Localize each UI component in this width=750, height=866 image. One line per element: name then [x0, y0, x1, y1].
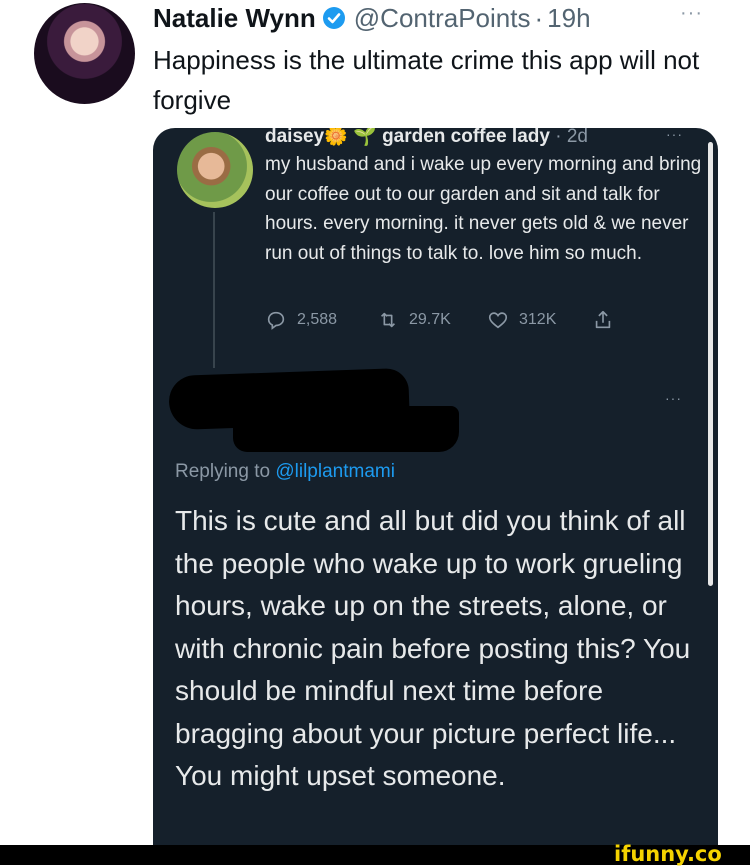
quoted-author-subtitle: garden coffee lady — [382, 128, 550, 147]
quoted-avatar — [177, 132, 253, 208]
quoted-author-name: daisey — [265, 128, 325, 147]
tweet-text: Happiness is the ultimate crime this app… — [153, 45, 700, 115]
replying-prefix: Replying to — [175, 461, 276, 482]
flower-icon: 🌼 — [324, 128, 348, 147]
verified-badge-icon — [322, 7, 345, 29]
more-options-icon[interactable]: ··· — [680, 2, 703, 25]
quoted-action-bar: 2,588 29.7K 312K — [265, 308, 624, 332]
heart-icon — [488, 312, 508, 329]
like-count: 312K — [519, 311, 557, 328]
author-handle[interactable]: @ContraPoints — [354, 3, 531, 34]
reply-action: 2,588 — [265, 309, 377, 331]
quoted-tweet-text: my husband and i wake up every morning a… — [265, 154, 702, 264]
retweet-count: 29.7K — [409, 311, 451, 328]
like-action: 312K — [487, 309, 592, 331]
avatar[interactable] — [34, 3, 135, 104]
tweet-header: Natalie Wynn @ContraPoints · 19h — [153, 0, 591, 36]
thread-line — [213, 212, 215, 368]
watermark-logo: ifunny.co — [614, 842, 722, 866]
share-action — [592, 309, 624, 331]
quoted-time: 2d — [566, 128, 588, 147]
replying-handle: @lilplantmami — [275, 461, 395, 482]
retweet-action: 29.7K — [377, 309, 487, 331]
author-name[interactable]: Natalie Wynn — [153, 3, 316, 34]
quoted-more-icon: ··· — [666, 128, 683, 142]
quoted-header: daisey🌼 🌱 garden coffee lady · 2d — [265, 128, 588, 147]
share-icon — [595, 310, 611, 329]
reply-icon — [267, 311, 285, 330]
embedded-screenshot: daisey🌼 🌱 garden coffee lady · 2d ··· my… — [153, 128, 718, 845]
retweet-icon — [380, 312, 396, 328]
reply-tweet-text: This is cute and all but did you think o… — [175, 505, 691, 791]
redacted-name-block — [233, 406, 459, 452]
sprout-icon: 🌱 — [353, 128, 377, 147]
separator-dot: · — [534, 2, 544, 33]
reply-more-icon: ··· — [665, 390, 682, 406]
separator-dot: · — [555, 128, 562, 147]
replying-to: Replying to @lilplantmami — [175, 461, 395, 483]
reply-count: 2,588 — [297, 311, 338, 328]
tweet-time[interactable]: 19h — [547, 3, 590, 34]
scrollbar — [708, 142, 713, 586]
